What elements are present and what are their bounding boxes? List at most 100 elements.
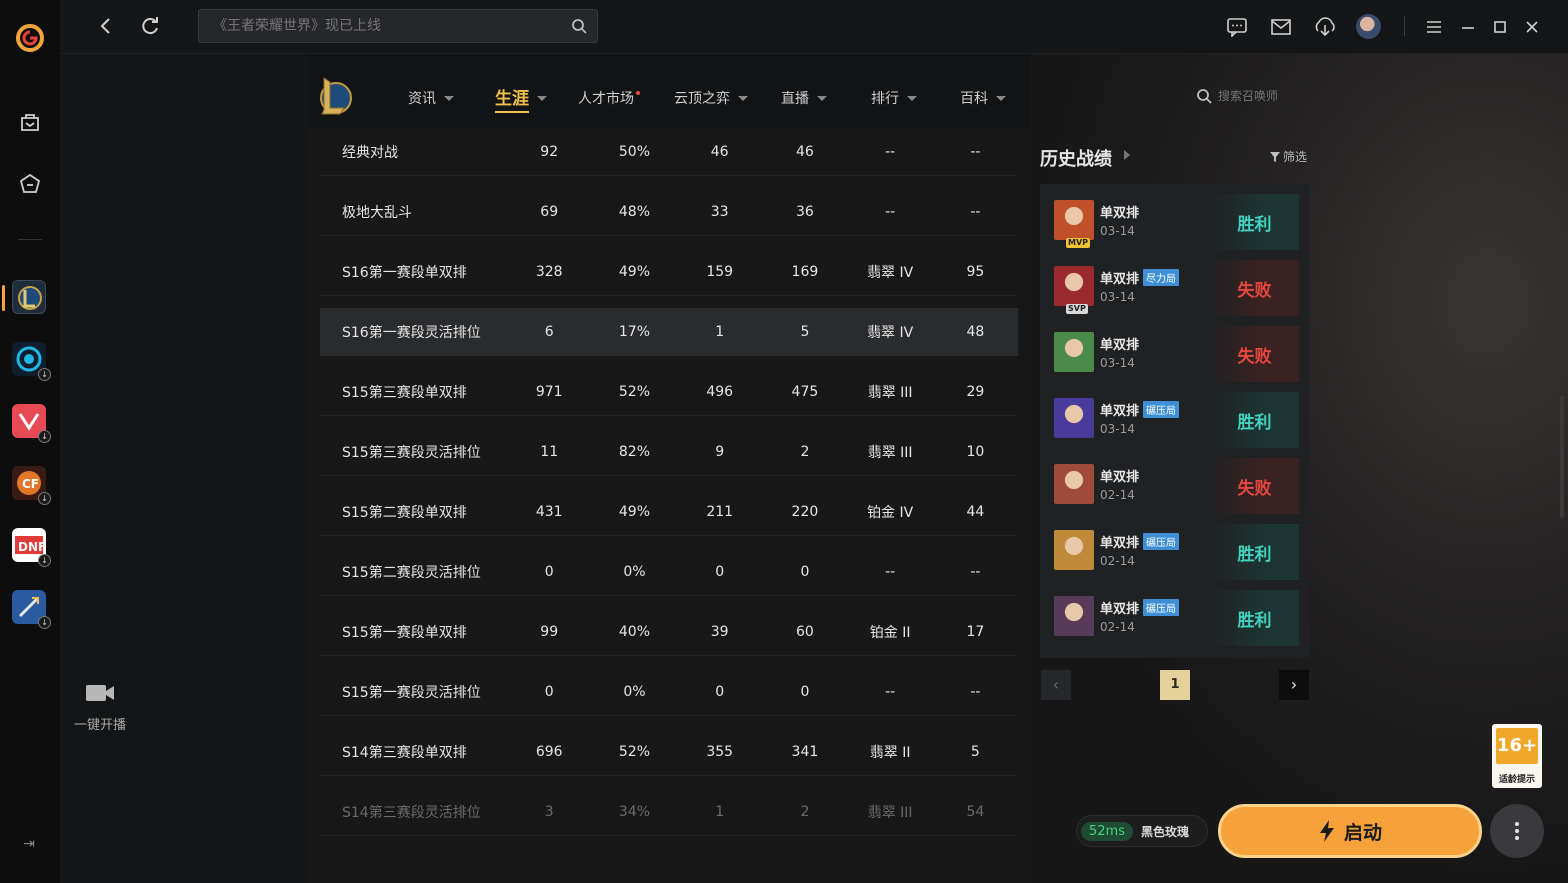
- tab-talent-market[interactable]: 人才市场: [578, 88, 640, 108]
- wins-cell: 33: [710, 203, 729, 220]
- rank-cell: --: [885, 683, 896, 700]
- cf-game-icon[interactable]: CF ↓: [12, 466, 51, 505]
- app-sidebar: ↓ ↓ CF ↓ DNF ↓ ↓ ⇥: [0, 0, 60, 883]
- user-avatar[interactable]: [1356, 14, 1381, 39]
- dnf-game-icon[interactable]: DNF ↓: [12, 528, 51, 567]
- table-row[interactable]: S15第二赛段灵活排位 0 0% 0 0 -- --: [320, 548, 1018, 596]
- close-icon[interactable]: [1520, 15, 1544, 39]
- tab-label: 人才市场: [578, 91, 634, 107]
- wins-cell: 46: [710, 143, 729, 160]
- game-icon-2[interactable]: ↓: [12, 342, 51, 381]
- table-row-highlighted[interactable]: S16第一赛段灵活排位 6 17% 1 5 翡翠 IV 48: [320, 308, 1018, 356]
- rank-cell: 铂金 IV: [867, 504, 914, 521]
- app-logo-icon[interactable]: [14, 22, 46, 54]
- server-selector[interactable]: 52ms 黑色玫瑰: [1076, 815, 1208, 847]
- match-item[interactable]: MVP 单双排 03-14 胜利: [1040, 184, 1309, 250]
- queue-name: S16第一赛段灵活排位: [342, 325, 481, 341]
- table-row[interactable]: S15第一赛段单双排 99 40% 39 60 铂金 II 17: [320, 608, 1018, 656]
- tab-live[interactable]: 直播: [781, 88, 827, 108]
- games-cell: 696: [535, 743, 563, 760]
- table-row[interactable]: 经典对战 92 50% 46 46 -- --: [320, 128, 1018, 176]
- table-row[interactable]: S15第三赛段灵活排位 11 82% 9 2 翡翠 III 10: [320, 428, 1018, 476]
- tab-ranking[interactable]: 排行: [871, 88, 917, 108]
- losses-cell: 2: [800, 443, 810, 460]
- lol-logo-icon[interactable]: [314, 74, 352, 118]
- store-icon[interactable]: [15, 107, 45, 137]
- rank-cell: --: [885, 143, 896, 160]
- search-icon[interactable]: [571, 18, 587, 34]
- match-item[interactable]: SVP 单双排 尽力局 03-14 失败: [1040, 250, 1309, 316]
- refresh-icon[interactable]: [138, 14, 162, 38]
- career-stats-table: 经典对战 92 50% 46 46 -- -- 极地大乱斗 69 48% 33 36 -- -- S16…: [308, 128, 1030, 883]
- more-options-button[interactable]: [1490, 804, 1544, 858]
- mail-icon[interactable]: [1269, 15, 1293, 39]
- download-manager-icon[interactable]: [1313, 15, 1337, 39]
- losses-cell: 341: [791, 743, 819, 760]
- queue-name: S16第一赛段单双排: [342, 264, 467, 281]
- titlebar-divider: [1404, 16, 1405, 36]
- winrate-cell: 34%: [618, 803, 650, 820]
- game-library-icon[interactable]: [15, 169, 45, 199]
- tab-wiki[interactable]: 百科: [960, 88, 1006, 108]
- prev-page-button[interactable]: ‹: [1041, 670, 1071, 700]
- queue-name: S15第一赛段灵活排位: [342, 684, 481, 701]
- page-number-button[interactable]: 1: [1160, 670, 1190, 700]
- match-mode-label: 单双排: [1100, 206, 1140, 221]
- svg-text:DNF: DNF: [18, 540, 46, 554]
- table-row[interactable]: S15第一赛段灵活排位 0 0% 0 0 -- --: [320, 668, 1018, 716]
- chevron-right-icon[interactable]: [1124, 150, 1130, 160]
- tab-career[interactable]: 生涯: [495, 84, 547, 113]
- match-mode: 单双排: [1100, 334, 1139, 353]
- table-row[interactable]: S16第一赛段单双排 328 49% 159 169 翡翠 IV 95: [320, 248, 1018, 296]
- tab-label: 直播: [781, 91, 809, 107]
- back-icon[interactable]: [94, 14, 118, 38]
- match-item[interactable]: 单双排 碾压局 03-14 胜利: [1040, 382, 1309, 448]
- queue-name: S14第三赛段灵活排位: [342, 804, 481, 821]
- next-page-button[interactable]: ›: [1279, 670, 1309, 700]
- games-cell: 92: [540, 143, 559, 160]
- queue-name: S15第二赛段灵活排位: [342, 564, 481, 581]
- table-row[interactable]: 极地大乱斗 69 48% 33 36 -- --: [320, 188, 1018, 236]
- minimize-icon[interactable]: [1456, 15, 1480, 39]
- match-item[interactable]: 单双排 03-14 失败: [1040, 316, 1309, 382]
- one-click-stream-button[interactable]: 一键开播: [70, 682, 130, 733]
- page-scrollbar[interactable]: [1560, 396, 1564, 518]
- table-row[interactable]: S15第二赛段单双排 431 49% 211 220 铂金 IV 44: [320, 488, 1018, 536]
- download-icon: ↓: [38, 554, 51, 567]
- match-date: 03-14: [1100, 422, 1135, 436]
- collapse-sidebar-icon[interactable]: ⇥: [20, 835, 38, 853]
- menu-icon[interactable]: [1422, 15, 1446, 39]
- tab-tft[interactable]: 云顶之弈: [674, 88, 748, 108]
- chevron-down-icon: [817, 95, 827, 101]
- valorant-game-icon[interactable]: ↓: [12, 404, 51, 443]
- winrate-cell: 49%: [618, 263, 650, 280]
- match-item[interactable]: 单双排 碾压局 02-14 胜利: [1040, 514, 1309, 580]
- table-row[interactable]: S14第三赛段单双排 696 52% 355 341 翡翠 II 5: [320, 728, 1018, 776]
- losses-cell: 0: [800, 683, 810, 700]
- match-item[interactable]: 单双排 碾压局 02-14 胜利: [1040, 580, 1309, 646]
- lol-game-icon[interactable]: [12, 280, 46, 314]
- chat-icon[interactable]: [1225, 15, 1249, 39]
- maximize-icon[interactable]: [1488, 15, 1512, 39]
- launch-button[interactable]: 启动: [1218, 804, 1482, 858]
- wins-cell: 211: [706, 503, 734, 520]
- match-tag: 尽力局: [1143, 269, 1180, 286]
- filter-button[interactable]: 筛选: [1270, 148, 1307, 165]
- filter-label: 筛选: [1283, 150, 1308, 164]
- match-history-list: MVP 单双排 03-14 胜利 SVP 单双排 尽力局 03-14 失败 单双排 03-14 失败单…: [1040, 184, 1309, 658]
- wins-cell: 159: [706, 263, 734, 280]
- game-icon-6[interactable]: ↓: [12, 590, 51, 629]
- match-history-title[interactable]: 历史战绩: [1040, 145, 1112, 171]
- tab-news[interactable]: 资讯: [408, 88, 454, 108]
- summoner-search-input[interactable]: [1218, 89, 1318, 103]
- match-item[interactable]: 单双排 02-14 失败: [1040, 448, 1309, 514]
- table-row[interactable]: S14第三赛段灵活排位 3 34% 1 2 翡翠 III 54: [320, 788, 1018, 836]
- wins-cell: 0: [715, 683, 725, 700]
- games-cell: 6: [544, 324, 554, 340]
- tab-label: 排行: [871, 91, 899, 107]
- search-icon[interactable]: [1196, 88, 1212, 104]
- match-mode: 单双排 碾压局: [1100, 598, 1180, 617]
- champion-portrait: [1054, 596, 1094, 636]
- table-row[interactable]: S15第三赛段单双排 971 52% 496 475 翡翠 III 29: [320, 368, 1018, 416]
- global-search-input[interactable]: [213, 10, 553, 42]
